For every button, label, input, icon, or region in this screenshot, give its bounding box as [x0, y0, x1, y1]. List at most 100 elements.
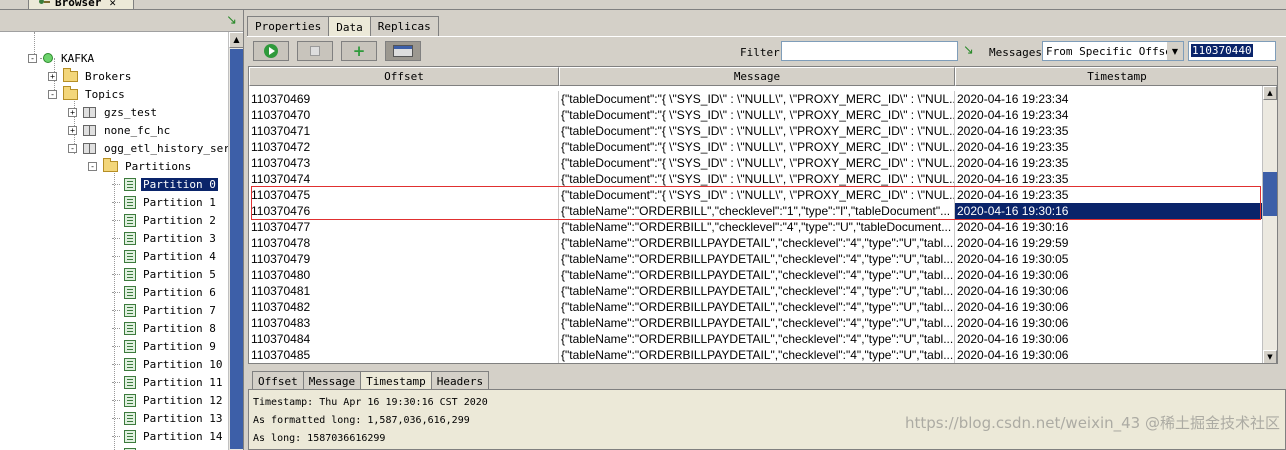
- tab-properties[interactable]: Properties: [247, 16, 330, 36]
- table-row[interactable]: 110370474 {"tableDocument":"{ \"SYS_ID\" …: [249, 171, 1263, 187]
- scroll-up-icon[interactable]: ▲: [229, 32, 243, 48]
- table-row[interactable]: 110370480 {"tableName":"ORDERBILLPAYDETAI…: [249, 267, 1263, 283]
- column-header-offset[interactable]: Offset: [249, 67, 559, 86]
- scroll-thumb[interactable]: [1263, 172, 1277, 216]
- tree-node-partition[interactable]: Partition 3: [112, 229, 218, 247]
- collapse-icon[interactable]: -: [88, 161, 97, 171]
- stop-button[interactable]: [297, 41, 333, 61]
- collapse-icon[interactable]: -: [28, 53, 37, 63]
- detail-tab-message[interactable]: Message: [302, 371, 362, 390]
- table-row[interactable]: 110370473 {"tableDocument":"{ \"SYS_ID\" …: [249, 155, 1263, 171]
- apply-filter-icon[interactable]: ↘: [963, 43, 974, 58]
- folder-icon: [63, 67, 78, 82]
- column-header-timestamp[interactable]: Timestamp: [955, 67, 1277, 86]
- expand-icon[interactable]: +: [48, 71, 57, 81]
- partition-icon: [124, 303, 136, 317]
- offset-input[interactable]: 110370440: [1188, 41, 1276, 61]
- tree-node-partition[interactable]: Partition 12: [112, 391, 224, 409]
- table-row[interactable]: 110370470 {"tableDocument":"{ \"SYS_ID\" …: [249, 107, 1263, 123]
- detail-tab-timestamp[interactable]: Timestamp: [360, 371, 432, 390]
- navigator-scrollbar[interactable]: ▲: [228, 32, 243, 450]
- table-scrollbar[interactable]: ▲ ▼: [1262, 86, 1277, 363]
- cell-timestamp: 2020-04-16 19:23:34: [955, 91, 1263, 107]
- run-button[interactable]: [253, 41, 289, 61]
- tree-connector: [112, 237, 120, 239]
- tree-node-partition[interactable]: Partition 0: [112, 175, 218, 193]
- tree-node-label: Partition 8: [143, 321, 216, 335]
- table-row[interactable]: 110370469 {"tableDocument":"{ \"SYS_ID\" …: [249, 91, 1263, 107]
- cell-timestamp: 2020-04-16 19:30:06: [955, 283, 1263, 299]
- cell-message: {"tableDocument":"{ \"SYS_ID\" : \"NULL\…: [561, 155, 955, 171]
- refresh-arrow-icon[interactable]: ↘: [226, 13, 237, 28]
- table-row[interactable]: 110370476 {"tableName":"ORDERBILL","check…: [249, 203, 1263, 219]
- tree-node-topics[interactable]: - Topics: [48, 85, 127, 103]
- tree-node-topic[interactable]: + gzs_test: [68, 103, 159, 121]
- cell-offset: 110370483: [249, 315, 559, 331]
- messages-mode-value: From Specific Offset: [1046, 44, 1179, 58]
- tree-node-topic[interactable]: + none_fc_hc: [68, 121, 172, 139]
- tree-node-partition[interactable]: Partition 11: [112, 373, 224, 391]
- table-row[interactable]: 110370484 {"tableName":"ORDERBILLPAYDETAI…: [249, 331, 1263, 347]
- table-row[interactable]: 110370483 {"tableName":"ORDERBILLPAYDETAI…: [249, 315, 1263, 331]
- partition-icon: [124, 195, 136, 209]
- tree-node-partition[interactable]: Partition 5: [112, 265, 218, 283]
- cell-timestamp: 2020-04-16 19:30:06: [955, 315, 1263, 331]
- tab-replicas[interactable]: Replicas: [369, 16, 439, 36]
- cell-offset: 110370471: [249, 123, 559, 139]
- cell-offset: 110370484: [249, 331, 559, 347]
- table-row[interactable]: 110370472 {"tableDocument":"{ \"SYS_ID\" …: [249, 139, 1263, 155]
- tree-node-partition[interactable]: Partition 7: [112, 301, 218, 319]
- table-row[interactable]: 110370475 {"tableDocument":"{ \"SYS_ID\" …: [249, 187, 1263, 203]
- expand-icon[interactable]: +: [68, 125, 77, 135]
- column-header-message[interactable]: Message: [559, 67, 955, 86]
- table-row[interactable]: 110370478 {"tableName":"ORDERBILLPAYDETAI…: [249, 235, 1263, 251]
- detail-tab-headers[interactable]: Headers: [430, 371, 490, 390]
- tree-node-partition[interactable]: Partition 4: [112, 247, 218, 265]
- partition-icon: [124, 393, 136, 407]
- tree-node-kafka[interactable]: - KAFKA: [28, 49, 96, 67]
- add-message-button[interactable]: +: [341, 41, 377, 61]
- tree-node-label: Partition 1: [143, 195, 216, 209]
- tree-node-partition[interactable]: Partition 2: [112, 211, 218, 229]
- filter-input[interactable]: [781, 41, 958, 61]
- tree-node-partition[interactable]: Partition 10: [112, 355, 224, 373]
- expand-icon[interactable]: +: [68, 107, 77, 117]
- detail-tab-offset[interactable]: Offset: [252, 371, 304, 390]
- tree-node-partitions[interactable]: - Partitions: [88, 157, 193, 175]
- browser-tab[interactable]: Browser ✕: [28, 0, 134, 10]
- tree-node-partition[interactable]: Partition 1: [112, 193, 218, 211]
- scroll-up-icon[interactable]: ▲: [1263, 86, 1277, 100]
- scroll-thumb[interactable]: [230, 49, 243, 449]
- table-row[interactable]: 110370477 {"tableName":"ORDERBILL","check…: [249, 219, 1263, 235]
- tab-data[interactable]: Data: [328, 16, 371, 37]
- cell-message: {"tableDocument":"{ \"SYS_ID\" : \"NULL\…: [561, 123, 955, 139]
- chevron-down-icon[interactable]: ▼: [1167, 42, 1183, 60]
- tree-node-partition[interactable]: Partition 8: [112, 319, 218, 337]
- tree-node-label: Partition 3: [143, 231, 216, 245]
- tree-node-partition[interactable]: Partition 13: [112, 409, 224, 427]
- tree-node-partition[interactable]: Partition 6: [112, 283, 218, 301]
- collapse-icon[interactable]: -: [48, 89, 57, 99]
- tree-node-partition[interactable]: Partition 9: [112, 337, 218, 355]
- collapse-icon[interactable]: -: [68, 143, 77, 153]
- table-row[interactable]: 110370471 {"tableDocument":"{ \"SYS_ID\" …: [249, 123, 1263, 139]
- tree-node-partition[interactable]: Partition 14: [112, 427, 224, 445]
- table-row[interactable]: 110370479 {"tableName":"ORDERBILLPAYDETAI…: [249, 251, 1263, 267]
- table-header: Offset Message Timestamp: [249, 67, 1277, 86]
- plus-icon: +: [352, 42, 366, 60]
- tree-node-brokers[interactable]: + Brokers: [48, 67, 133, 85]
- table-row[interactable]: 110370485 {"tableName":"ORDERBILLPAYDETAI…: [249, 347, 1263, 363]
- table-row[interactable]: 110370482 {"tableName":"ORDERBILLPAYDETAI…: [249, 299, 1263, 315]
- messages-mode-select[interactable]: From Specific Offset ▼: [1042, 41, 1184, 61]
- tree-node-topic[interactable]: - ogg_etl_history_seri: [68, 139, 228, 157]
- tree-connector: [112, 273, 120, 275]
- partition-icon: [124, 285, 136, 299]
- message-view-button[interactable]: [385, 41, 421, 61]
- cell-timestamp: 2020-04-16 19:30:06: [955, 267, 1263, 283]
- tree-node-partition[interactable]: Partition 15: [112, 445, 224, 450]
- close-icon[interactable]: ✕: [109, 0, 116, 9]
- cell-message: {"tableName":"ORDERBILLPAYDETAIL","check…: [561, 347, 955, 363]
- navigator-panel: ↘ - KAFKA + Brokers - Topics + gzs_test: [0, 10, 244, 450]
- table-row[interactable]: 110370481 {"tableName":"ORDERBILLPAYDETAI…: [249, 283, 1263, 299]
- scroll-down-icon[interactable]: ▼: [1263, 350, 1277, 363]
